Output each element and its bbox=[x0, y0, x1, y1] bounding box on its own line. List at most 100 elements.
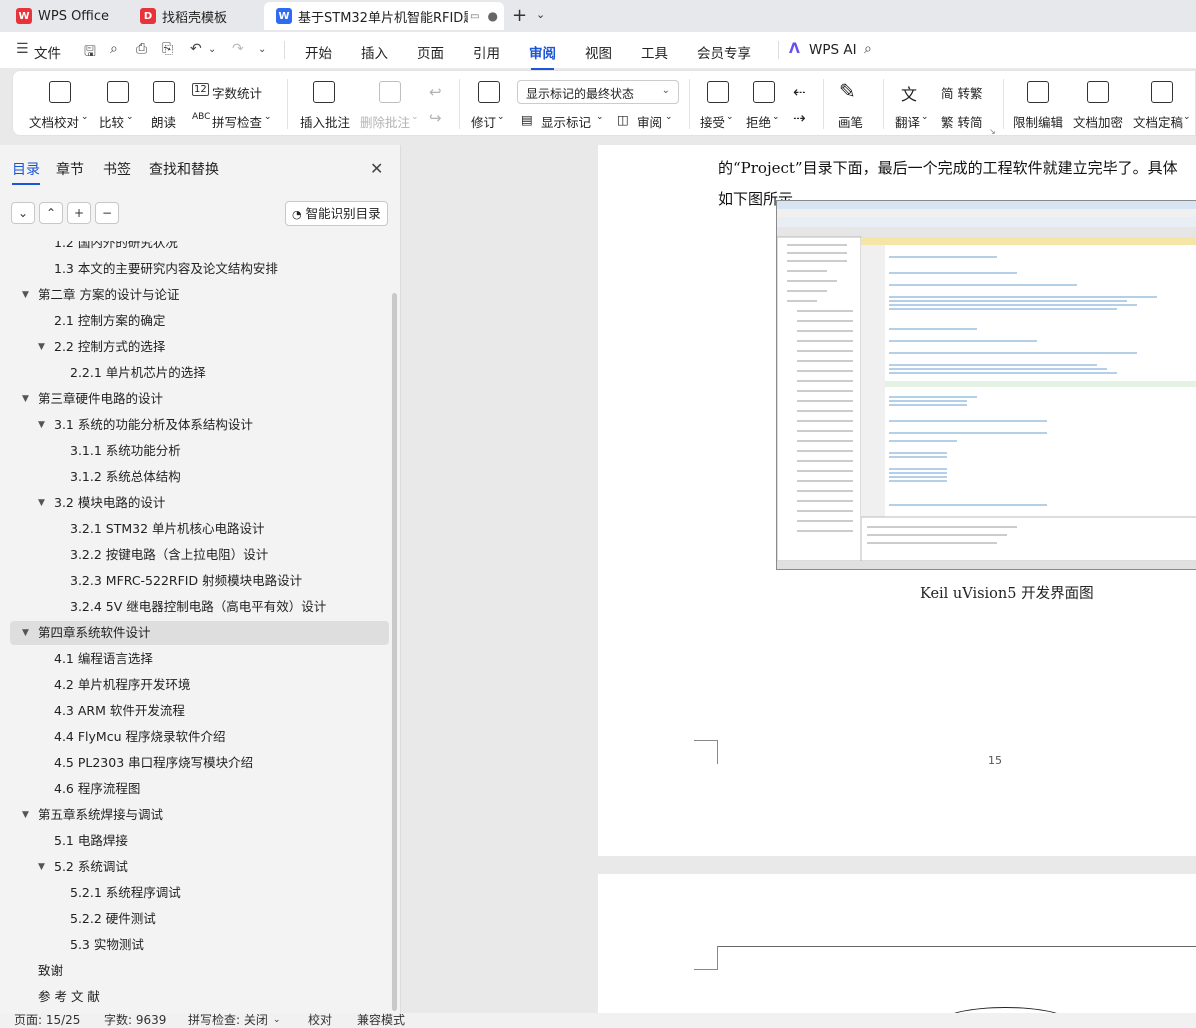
menu-file[interactable]: 文件 bbox=[34, 42, 61, 62]
toc-item[interactable]: 3.2.3 MFRC-522RFID 射频模块电路设计 bbox=[70, 568, 302, 594]
toc-item[interactable]: 4.6 程序流程图 bbox=[54, 776, 140, 802]
toc-item[interactable]: 致谢 bbox=[38, 958, 63, 984]
undo-icon[interactable]: ↶ bbox=[190, 41, 202, 57]
tab-bookmarks[interactable]: 书签 bbox=[103, 159, 131, 179]
toc-item[interactable]: ▼ 3.1 系统的功能分析及体系结构设计 bbox=[38, 412, 253, 438]
encrypt-button[interactable]: 文档加密 bbox=[1073, 112, 1123, 131]
menu-tab-home[interactable]: 开始 bbox=[305, 42, 332, 62]
chevron-down-icon[interactable]: ⌄ bbox=[264, 112, 272, 122]
menu-tab-reference[interactable]: 引用 bbox=[473, 42, 500, 62]
tab-sections[interactable]: 章节 bbox=[56, 159, 84, 179]
toc-scrollbar[interactable] bbox=[392, 293, 397, 1011]
toc-expand-caret-icon[interactable]: ▼ bbox=[38, 854, 45, 880]
more-chevron-icon[interactable]: ⌄ bbox=[258, 44, 266, 55]
chevron-down-icon[interactable]: ⌄ bbox=[411, 112, 419, 122]
undo-dropdown-icon[interactable]: ⌄ bbox=[208, 44, 216, 55]
toc-item[interactable]: ▼ 第三章硬件电路的设计 bbox=[22, 386, 163, 412]
ink-button[interactable]: 画笔 bbox=[838, 112, 863, 131]
toc-item[interactable]: ▼ 5.2 系统调试 bbox=[38, 854, 128, 880]
toc-item[interactable]: ▼ 第四章系统软件设计 bbox=[22, 620, 151, 646]
toc-item[interactable]: ▼ 第五章系统焊接与调试 bbox=[22, 802, 163, 828]
close-pane-icon[interactable]: ✕ bbox=[370, 159, 383, 178]
print-icon[interactable]: ⎙ bbox=[136, 41, 147, 57]
remove-heading-minus-icon[interactable]: − bbox=[95, 202, 119, 224]
share-icon[interactable]: ⌕ bbox=[110, 41, 118, 57]
menu-wps-ai[interactable]: WPS AI bbox=[809, 42, 857, 58]
chevron-down-icon[interactable]: ⌄ bbox=[596, 112, 604, 122]
toc-item[interactable]: 3.2.1 STM32 单片机核心电路设计 bbox=[70, 516, 265, 542]
tab-wps-office[interactable]: W WPS Office bbox=[4, 2, 122, 30]
previous-change-icon[interactable]: ⇠ bbox=[793, 83, 806, 101]
status-proofread[interactable]: 校对 bbox=[308, 1013, 332, 1028]
show-markup-button[interactable]: 显示标记 bbox=[541, 112, 591, 131]
toc-item[interactable]: 3.2.2 按键电路（含上拉电阻）设计 bbox=[70, 542, 268, 568]
toc-item[interactable]: ▼ 3.2 模块电路的设计 bbox=[38, 490, 165, 516]
tab-find-replace[interactable]: 查找和替换 bbox=[149, 159, 219, 179]
hamburger-menu-icon[interactable]: ☰ bbox=[16, 41, 29, 57]
toc-item[interactable]: 参 考 文 献 bbox=[38, 984, 100, 1010]
previous-comment-icon[interactable]: ↩ bbox=[429, 83, 442, 101]
expand-chevron-up-icon[interactable]: ⌃ bbox=[39, 202, 63, 224]
redo-icon[interactable]: ↷ bbox=[232, 41, 244, 57]
finalize-button[interactable]: 文档定稿 bbox=[1133, 112, 1183, 131]
revise-button[interactable]: 修订 bbox=[471, 112, 496, 131]
toc-item[interactable]: 3.2.4 5V 继电器控制电路（高电平有效）设计 bbox=[70, 594, 326, 620]
word-count-button[interactable]: 字数统计 bbox=[212, 83, 262, 102]
insert-comment-button[interactable]: 插入批注 bbox=[300, 112, 350, 131]
toc-item[interactable]: 1.2 国内外的研究状况 bbox=[54, 241, 178, 256]
print-preview-icon[interactable]: ⎘ bbox=[162, 41, 173, 57]
toc-item[interactable]: 1.3 本文的主要研究内容及论文结构安排 bbox=[54, 256, 278, 282]
toc-expand-caret-icon[interactable]: ▼ bbox=[22, 282, 29, 308]
status-page[interactable]: 页面: 15/25 bbox=[14, 1013, 80, 1028]
chevron-down-icon[interactable]: ⌄ bbox=[665, 112, 673, 122]
save-icon[interactable]: 🖫 bbox=[84, 41, 96, 65]
translate-button[interactable]: 翻译 bbox=[895, 112, 920, 131]
menu-tab-view[interactable]: 视图 bbox=[585, 42, 612, 62]
dialog-launcher-icon[interactable]: ↘ bbox=[989, 127, 996, 136]
toc-item[interactable]: 5.2.1 系统程序调试 bbox=[70, 880, 181, 906]
toc-item[interactable]: 3.1.1 系统功能分析 bbox=[70, 438, 181, 464]
toc-item[interactable]: 4.5 PL2303 串口程序烧写模块介绍 bbox=[54, 750, 253, 776]
toc-item[interactable]: 4.4 FlyMcu 程序烧录软件介绍 bbox=[54, 724, 225, 750]
tab-docer-template[interactable]: D 找稻壳模板 bbox=[128, 2, 260, 30]
toc-expand-caret-icon[interactable]: ▼ bbox=[38, 412, 45, 438]
smart-toc-button[interactable]: ◔ 智能识别目录 bbox=[285, 201, 388, 226]
to-simplified-button[interactable]: 繁 转简 bbox=[941, 112, 982, 131]
chevron-down-icon[interactable]: ⌄ bbox=[273, 1013, 281, 1028]
spell-check-button[interactable]: 拼写检查 bbox=[212, 112, 262, 131]
status-word-count[interactable]: 字数: 9639 bbox=[104, 1013, 166, 1028]
restrict-edit-button[interactable]: 限制编辑 bbox=[1013, 112, 1063, 131]
add-heading-plus-icon[interactable]: + bbox=[67, 202, 91, 224]
new-tab-plus-icon[interactable]: + bbox=[512, 5, 527, 26]
toc-item[interactable]: 2.2.1 单片机芯片的选择 bbox=[70, 360, 206, 386]
chevron-down-icon[interactable]: ⌄ bbox=[772, 112, 780, 122]
chevron-down-icon[interactable]: ⌄ bbox=[126, 112, 134, 122]
chevron-down-icon[interactable]: ⌄ bbox=[497, 112, 505, 122]
accept-button[interactable]: 接受 bbox=[700, 112, 725, 131]
toc-item[interactable]: 2.1 控制方案的确定 bbox=[54, 308, 165, 334]
toc-item[interactable]: ▼ 第二章 方案的设计与论证 bbox=[22, 282, 179, 308]
chevron-down-icon[interactable]: ⌄ bbox=[1183, 112, 1191, 122]
reject-button[interactable]: 拒绝 bbox=[746, 112, 771, 131]
menu-tab-page[interactable]: 页面 bbox=[417, 42, 444, 62]
search-icon[interactable]: ⌕ bbox=[864, 41, 872, 57]
toc-item[interactable]: 4.2 单片机程序开发环境 bbox=[54, 672, 190, 698]
toc-item[interactable]: ▼ 2.2 控制方式的选择 bbox=[38, 334, 165, 360]
toc-item[interactable]: 5.3 实物测试 bbox=[70, 932, 144, 958]
to-traditional-button[interactable]: 简 转繁 bbox=[941, 83, 982, 102]
menu-tab-review[interactable]: 审阅 bbox=[529, 42, 556, 70]
menu-tab-insert[interactable]: 插入 bbox=[361, 42, 388, 62]
compare-button[interactable]: 比较 bbox=[99, 112, 124, 131]
toc-expand-caret-icon[interactable]: ▼ bbox=[22, 802, 29, 828]
toc-item[interactable]: 4.1 编程语言选择 bbox=[54, 646, 153, 672]
toc-expand-caret-icon[interactable]: ▼ bbox=[38, 334, 45, 360]
toc-expand-caret-icon[interactable]: ▼ bbox=[22, 620, 29, 646]
next-change-icon[interactable]: ⇢ bbox=[793, 109, 806, 127]
tab-toc[interactable]: 目录 bbox=[12, 159, 40, 185]
toc-expand-caret-icon[interactable]: ▼ bbox=[22, 386, 29, 412]
chevron-down-icon[interactable]: ⌄ bbox=[921, 112, 929, 122]
toc-item[interactable]: 5.2.2 硬件测试 bbox=[70, 906, 156, 932]
toc-item[interactable]: 4.3 ARM 软件开发流程 bbox=[54, 698, 185, 724]
chevron-down-icon[interactable]: ⌄ bbox=[726, 112, 734, 122]
tab-current-document[interactable]: W 基于STM32单片机智能RFID题 ▭ ● bbox=[264, 2, 504, 30]
